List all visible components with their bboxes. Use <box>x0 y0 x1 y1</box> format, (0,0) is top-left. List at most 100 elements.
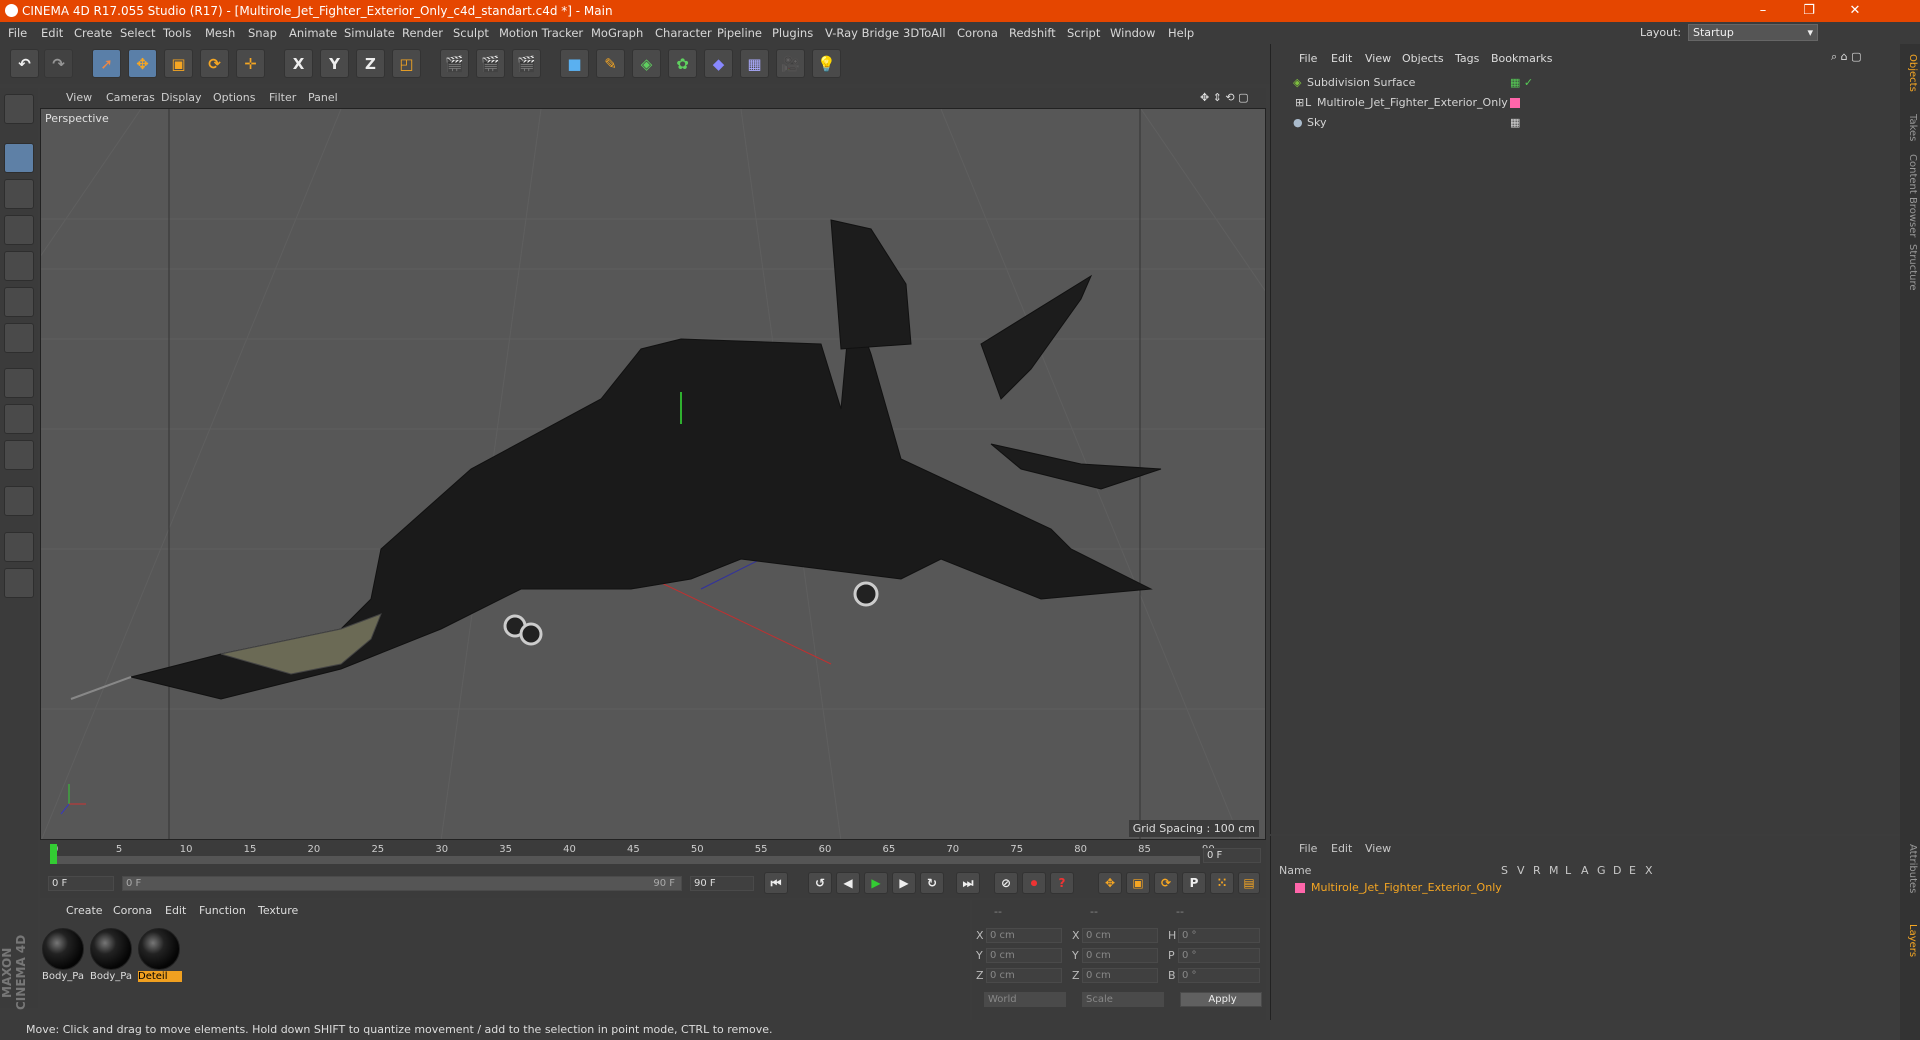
menu-snap[interactable]: Snap <box>248 26 277 40</box>
frame-range-slider[interactable]: 0 F 90 F <box>122 876 682 891</box>
go-to-end-button[interactable]: ⏭ <box>956 872 980 894</box>
coordinate-system-button[interactable]: ◰ <box>392 49 421 78</box>
menu-mesh[interactable]: Mesh <box>205 26 235 40</box>
object-menu-edit[interactable]: Edit <box>1331 52 1352 65</box>
tab-attributes[interactable]: Attributes <box>1902 844 1918 893</box>
size-mode-select[interactable]: Scale <box>1082 992 1164 1007</box>
menu-vray-bridge[interactable]: V-Ray Bridge <box>825 26 899 40</box>
menu-simulate[interactable]: Simulate <box>344 26 395 40</box>
menu-animate[interactable]: Animate <box>289 26 337 40</box>
menu-pipeline[interactable]: Pipeline <box>717 26 762 40</box>
deformer-button[interactable]: ◆ <box>704 49 733 78</box>
viewport-scene[interactable] <box>41 109 1266 840</box>
expand-icon[interactable]: ⊞ <box>1295 96 1304 109</box>
material-menu-texture[interactable]: Texture <box>258 904 298 917</box>
position-y-field[interactable]: 0 cm <box>986 948 1062 963</box>
axis-mode-button[interactable] <box>4 368 34 398</box>
tab-takes[interactable]: Takes <box>1902 114 1918 141</box>
play-button[interactable]: ▶ <box>864 872 888 894</box>
search-icon[interactable]: ⌕ ⌂ ▢ <box>1831 50 1862 64</box>
object-menu-objects[interactable]: Objects <box>1402 52 1444 65</box>
viewport-menu-options[interactable]: Options <box>213 91 255 104</box>
scale-tool-button[interactable]: ▣ <box>164 49 193 78</box>
recent-tool-button[interactable]: ✛ <box>236 49 265 78</box>
redo-button[interactable]: ↷ <box>44 49 73 78</box>
render-view-button[interactable]: 🎬 <box>440 49 469 78</box>
object-menu-tags[interactable]: Tags <box>1455 52 1479 65</box>
end-frame-field[interactable]: 90 F <box>690 876 754 891</box>
model-mode-button[interactable] <box>4 143 34 173</box>
viewport-menu-panel[interactable]: Panel <box>308 91 338 104</box>
current-frame-field[interactable]: 0 F <box>1203 848 1261 863</box>
jet-fighter-model[interactable] <box>70 219 1162 700</box>
object-menu-view[interactable]: View <box>1365 52 1391 65</box>
perspective-viewport[interactable]: Perspective Grid Spacing : 100 cm <box>40 108 1266 840</box>
viewport-menu-filter[interactable]: Filter <box>269 91 296 104</box>
workplane-mode-button[interactable] <box>4 215 34 245</box>
undo-button[interactable]: ↶ <box>10 49 39 78</box>
snapping-button[interactable] <box>4 440 34 470</box>
menu-character[interactable]: Character <box>655 26 712 40</box>
tab-content-browser[interactable]: Content Browser <box>1902 154 1918 237</box>
motion-record-button[interactable]: ⊘ <box>994 872 1018 894</box>
viewport-menu-cameras[interactable]: Cameras <box>106 91 155 104</box>
timeline-track[interactable] <box>50 856 1200 864</box>
floor-object-button[interactable]: ▦ <box>740 49 769 78</box>
layer-row[interactable]: Multirole_Jet_Fighter_Exterior_Only <box>1275 880 1895 896</box>
z-axis-lock-button[interactable]: Z <box>356 49 385 78</box>
playhead[interactable] <box>50 844 57 864</box>
position-x-field[interactable]: 0 cm <box>986 928 1062 943</box>
menu-create[interactable]: Create <box>74 26 112 40</box>
viewport-navigation-icons[interactable]: ✥ ⇕ ⟲ ▢ <box>1200 91 1249 104</box>
menu-script[interactable]: Script <box>1067 26 1100 40</box>
timeline-ticks[interactable]: 051015202530354045505560657075808590 <box>50 844 1215 866</box>
light-object-button[interactable]: 💡 <box>812 49 841 78</box>
magnet-tool-button[interactable] <box>4 486 34 516</box>
points-mode-button[interactable] <box>4 251 34 281</box>
timeline-window-button[interactable]: ▤ <box>1238 872 1260 894</box>
menu-render[interactable]: Render <box>402 26 443 40</box>
menu-help[interactable]: Help <box>1168 26 1194 40</box>
x-axis-lock-button[interactable]: X <box>284 49 313 78</box>
planar-workplane-button[interactable] <box>4 568 34 598</box>
menu-file[interactable]: File <box>8 26 27 40</box>
layout-select[interactable]: Startup ▾ <box>1688 24 1818 41</box>
menu-edit[interactable]: Edit <box>41 26 63 40</box>
menu-redshift[interactable]: Redshift <box>1009 26 1056 40</box>
material-swatch[interactable]: Body_Pa <box>42 928 86 986</box>
next-keyframe-button[interactable]: ↻ <box>920 872 944 894</box>
material-menu-create[interactable]: Create <box>66 904 103 917</box>
pen-spline-button[interactable]: ✎ <box>596 49 625 78</box>
layer-menu-view[interactable]: View <box>1365 842 1391 855</box>
key-parameter-button[interactable]: P <box>1182 872 1206 894</box>
object-row-jet-fighter[interactable]: ⊞ L Multirole_Jet_Fighter_Exterior_Only <box>1275 94 1895 112</box>
live-selection-button[interactable]: ➚ <box>92 49 121 78</box>
material-swatch[interactable]: Body_Pa <box>90 928 134 986</box>
lock-workplane-button[interactable] <box>4 532 34 562</box>
next-frame-button[interactable]: ▶ <box>892 872 916 894</box>
cloner-button[interactable]: ✿ <box>668 49 697 78</box>
polygons-mode-button[interactable] <box>4 323 34 353</box>
object-color-tag[interactable] <box>1510 98 1520 108</box>
restore-icon[interactable]: ❐ <box>1786 0 1832 22</box>
key-position-button[interactable]: ✥ <box>1098 872 1122 894</box>
edit-render-settings-button[interactable]: 🎬 <box>512 49 541 78</box>
material-menu-corona[interactable]: Corona <box>113 904 152 917</box>
tweak-mode-button[interactable] <box>4 404 34 434</box>
rotation-p-field[interactable]: 0 ° <box>1178 948 1260 963</box>
layer-menu-edit[interactable]: Edit <box>1331 842 1352 855</box>
menu-window[interactable]: Window <box>1110 26 1155 40</box>
autokeying-button[interactable]: ? <box>1050 872 1074 894</box>
y-axis-lock-button[interactable]: Y <box>320 49 349 78</box>
apply-button[interactable]: Apply <box>1180 992 1262 1007</box>
menu-mograph[interactable]: MoGraph <box>591 26 643 40</box>
menu-corona[interactable]: Corona <box>957 26 998 40</box>
menu-motion-tracker[interactable]: Motion Tracker <box>499 26 583 40</box>
tab-structure[interactable]: Structure <box>1902 244 1918 291</box>
menu-3dtoall[interactable]: 3DToAll <box>903 26 946 40</box>
rotation-b-field[interactable]: 0 ° <box>1178 968 1260 983</box>
render-picture-viewer-button[interactable]: 🎬 <box>476 49 505 78</box>
layer-menu-file[interactable]: File <box>1299 842 1317 855</box>
material-menu-edit[interactable]: Edit <box>165 904 186 917</box>
object-visibility-checks[interactable]: ▦ <box>1510 116 1520 129</box>
